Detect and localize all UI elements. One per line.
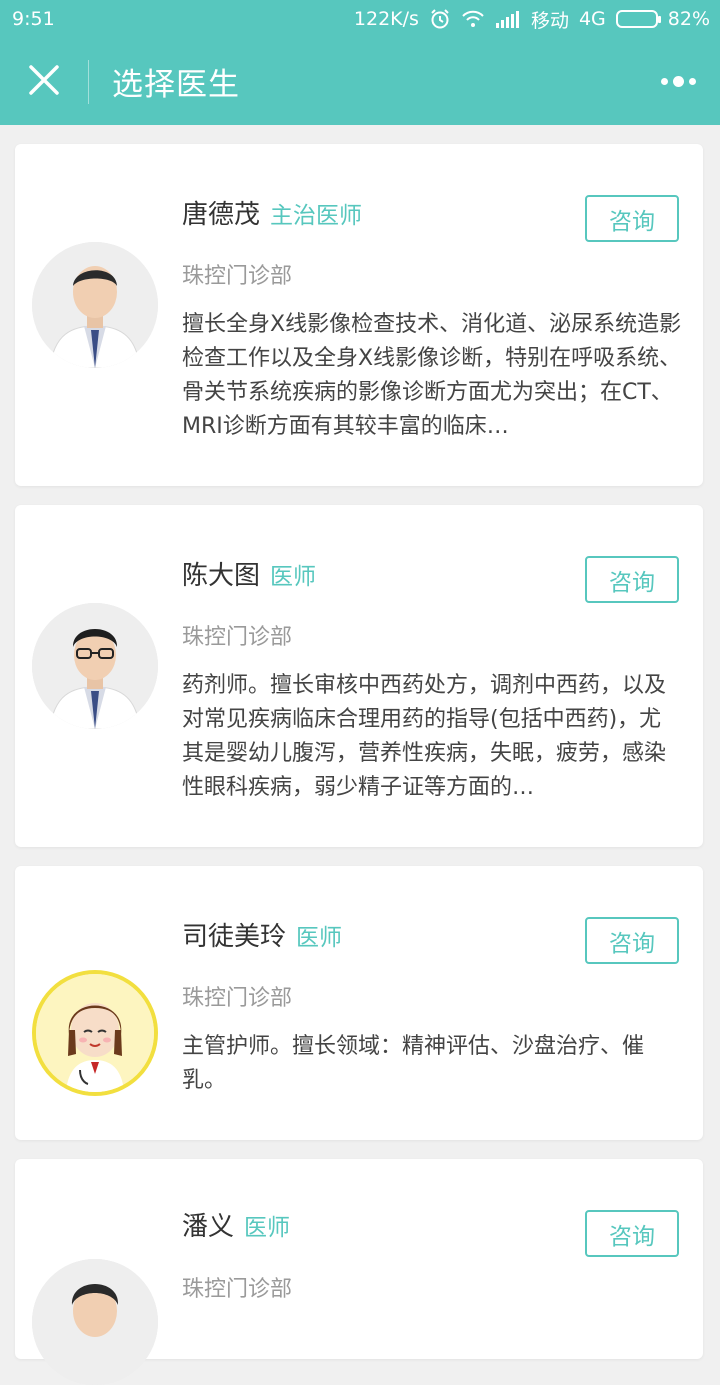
- battery-percent: 82%: [667, 8, 710, 30]
- doctor-card[interactable]: 司徒美玲 医师 咨询 珠控门诊部 主管护师。擅长领域：精神评估、沙盘治疗、催乳。: [15, 866, 703, 1140]
- more-icon-dot: [672, 75, 684, 87]
- doctor-name: 司徒美玲: [182, 922, 287, 952]
- doctor-name: 潘义: [182, 1212, 235, 1242]
- doctor-name-row: 陈大图 医师: [182, 555, 316, 592]
- more-button[interactable]: [656, 66, 700, 96]
- doctor-department: 珠控门诊部: [182, 625, 293, 650]
- doctor-title: 主治医师: [270, 203, 363, 229]
- consult-button[interactable]: 咨询: [585, 1210, 679, 1257]
- close-icon: [28, 64, 60, 100]
- page-title: 选择医生: [112, 67, 240, 103]
- doctor-name: 陈大图: [182, 561, 261, 591]
- doctor-name-row: 司徒美玲 医师: [182, 916, 342, 953]
- alarm-icon: [429, 8, 451, 30]
- more-icon-dot: [688, 77, 696, 85]
- consult-button[interactable]: 咨询: [585, 195, 679, 242]
- doctor-description: 主管护师。擅长领域：精神评估、沙盘治疗、催乳。: [182, 1034, 645, 1093]
- consult-button[interactable]: 咨询: [585, 556, 679, 603]
- doctor-avatar: [32, 970, 158, 1096]
- doctor-department: 珠控门诊部: [182, 264, 293, 289]
- doctor-name: 唐德茂: [182, 200, 261, 230]
- doctor-department: 珠控门诊部: [182, 1277, 293, 1302]
- consult-button[interactable]: 咨询: [585, 917, 679, 964]
- doctor-description: 擅长全身X线影像检查技术、消化道、泌尿系统造影检查工作以及全身X线影像诊断，特别…: [182, 312, 682, 439]
- network-type: 4G: [578, 8, 606, 30]
- doctor-description: 药剂师。擅长审核中西药处方，调剂中西药，以及对常见疾病临床合理用药的指导(包括中…: [182, 673, 667, 800]
- carrier-label: 移动: [530, 9, 569, 32]
- doctor-name-row: 潘义 医师: [182, 1206, 290, 1243]
- status-indicators: 122K/s 移动 4G 82%: [354, 6, 710, 33]
- doctor-avatar: [32, 603, 158, 729]
- doctor-name-row: 唐德茂 主治医师: [182, 194, 362, 231]
- doctor-card[interactable]: 陈大图 医师 咨询 珠控门诊部 药剂师。擅长审核中西药处方，调剂中西药，以及对常见…: [15, 505, 703, 847]
- doctor-avatar: [32, 1259, 158, 1385]
- doctor-card[interactable]: 唐德茂 主治医师 咨询 珠控门诊部 擅长全身X线影像检查技术、消化道、泌尿系统造影…: [15, 144, 703, 486]
- doctor-avatar: [32, 242, 158, 368]
- doctor-title: 医师: [296, 925, 343, 951]
- network-speed: 122K/s: [353, 8, 419, 30]
- status-time: 9:51: [12, 8, 55, 30]
- close-button[interactable]: [0, 38, 88, 125]
- doctor-card[interactable]: 潘义 医师 咨询 珠控门诊部: [15, 1159, 703, 1385]
- signal-icon: [495, 10, 521, 28]
- wifi-icon: [461, 9, 485, 29]
- more-icon-dot: [660, 77, 668, 85]
- app-bar-divider: [88, 59, 89, 104]
- doctor-title: 医师: [270, 564, 317, 590]
- doctor-title: 医师: [244, 1215, 291, 1241]
- app-bar: 选择医生: [0, 38, 720, 125]
- status-bar: 9:51 122K/s 移动 4G 82%: [0, 0, 720, 38]
- doctor-department: 珠控门诊部: [182, 986, 293, 1011]
- battery-icon: [615, 10, 661, 28]
